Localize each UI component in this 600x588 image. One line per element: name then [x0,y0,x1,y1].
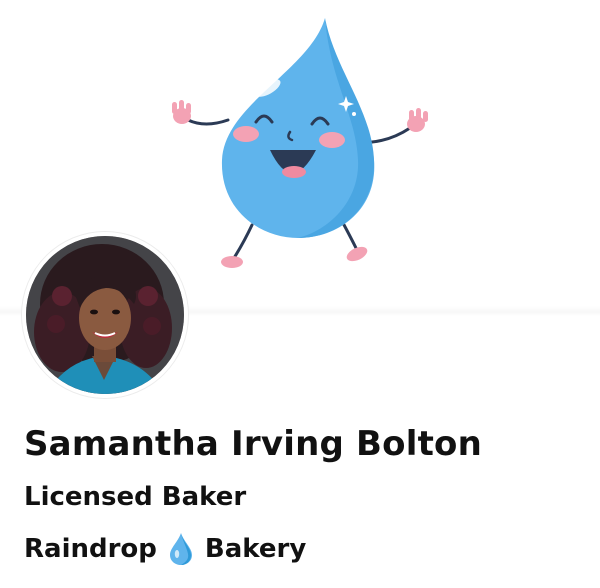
raindrop-mascot-icon [172,18,428,268]
avatar[interactable] [22,232,188,398]
company-name-second: Bakery [204,534,307,564]
droplet-icon [169,533,192,565]
profile-title: Licensed Baker [24,482,247,512]
company-name-first: Raindrop [24,534,157,564]
avatar-photo [22,232,188,398]
profile-name: Samantha Irving Bolton [24,424,483,464]
profile-company: Raindrop Bakery [24,532,306,566]
